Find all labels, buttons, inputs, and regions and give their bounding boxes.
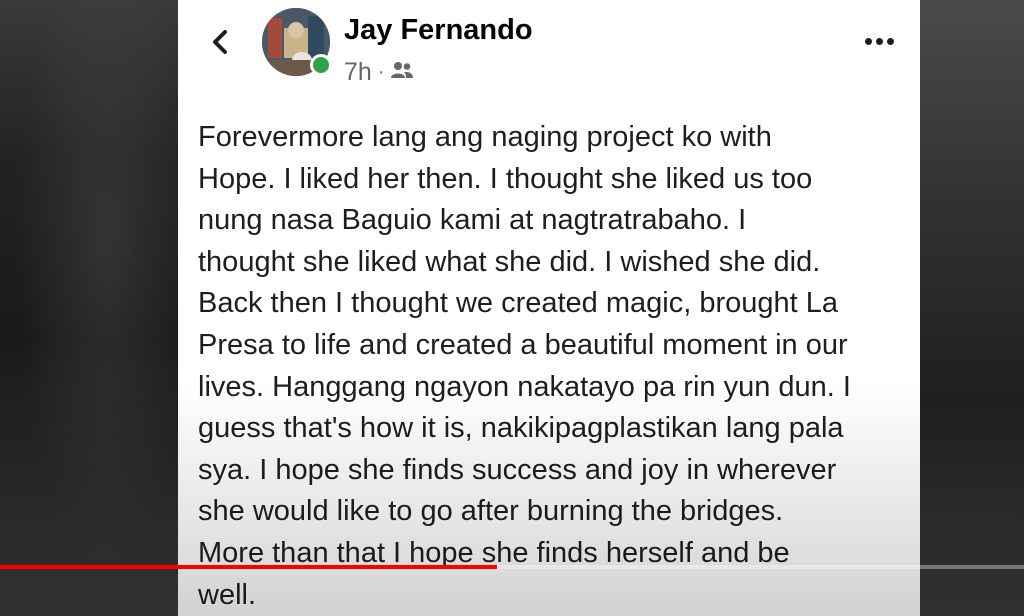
video-background-right bbox=[920, 0, 1024, 616]
friends-icon bbox=[390, 58, 414, 87]
more-horizontal-icon[interactable] bbox=[856, 28, 902, 54]
video-background-left bbox=[0, 0, 178, 616]
post-timestamp[interactable]: 7h bbox=[344, 58, 372, 87]
meta-separator: · bbox=[377, 60, 385, 83]
video-progress-bar[interactable] bbox=[0, 565, 1024, 569]
online-status-indicator bbox=[310, 54, 332, 76]
facebook-post-card: Jay Fernando 7h · Forevermore lang ang n… bbox=[178, 0, 920, 616]
post-meta: 7h · bbox=[344, 58, 414, 86]
avatar[interactable] bbox=[262, 8, 332, 76]
chevron-left-icon[interactable] bbox=[200, 22, 240, 62]
post-author-name[interactable]: Jay Fernando bbox=[344, 14, 533, 47]
post-body-text: Forevermore lang ang naging project ko w… bbox=[198, 121, 851, 611]
video-progress-played bbox=[0, 565, 497, 569]
